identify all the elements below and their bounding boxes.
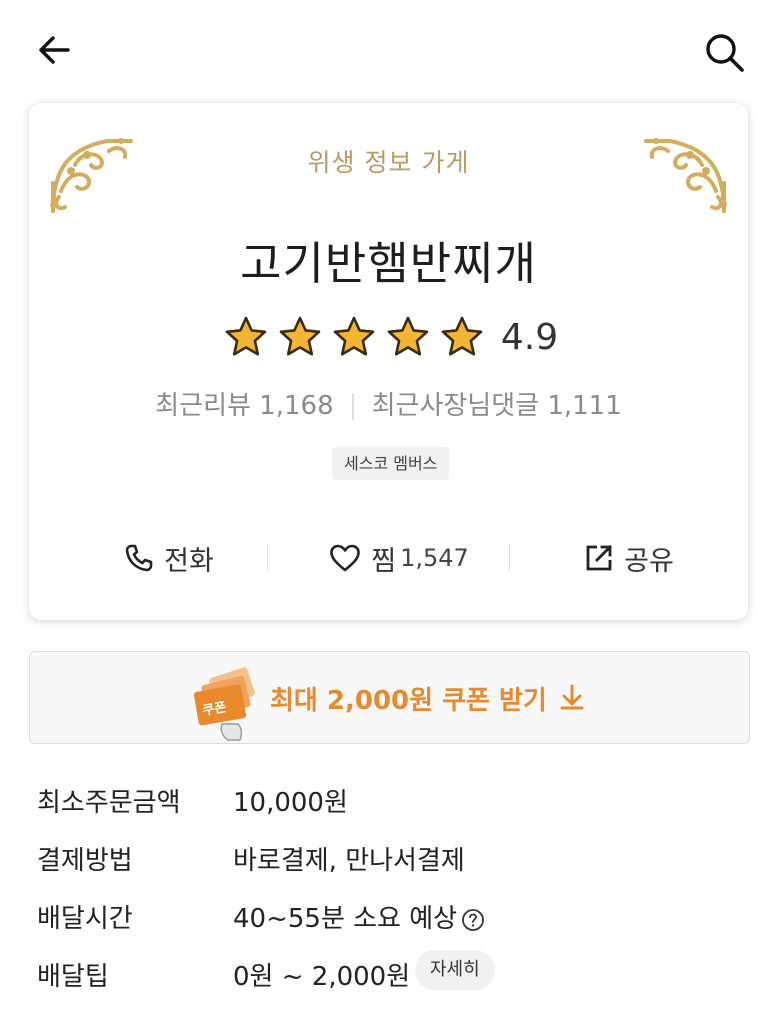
- recent-reviews-link[interactable]: 최근리뷰 1,168: [155, 391, 333, 421]
- info-value: 바로결제, 만나서결제: [233, 846, 465, 876]
- search-button[interactable]: [702, 30, 746, 74]
- info-label: 결제방법: [37, 846, 133, 876]
- action-bar: 전화 찜 1,547 공유: [29, 533, 748, 583]
- member-badge: 세스코 멤버스: [332, 447, 450, 480]
- like-button[interactable]: 찜 1,547: [299, 533, 499, 583]
- like-count: 1,547: [400, 544, 469, 572]
- like-label: 찜: [371, 545, 397, 577]
- divider: [267, 543, 268, 573]
- rating-value: 4.9: [500, 316, 559, 358]
- call-label: 전화: [164, 545, 214, 577]
- back-button[interactable]: [34, 30, 74, 70]
- info-row-payment: 결제방법 바로결제, 만나서결제: [37, 838, 737, 878]
- info-value: 10,000원: [233, 788, 348, 818]
- share-icon: [586, 545, 613, 571]
- divider: [509, 543, 510, 573]
- star-icon: [333, 316, 375, 356]
- info-label: 최소주문금액: [37, 788, 181, 818]
- call-button[interactable]: 전화: [89, 533, 249, 583]
- store-detail-page: 위생 정보 가게 고기반햄반찌개 4.9 최근리뷰 1,168 최근사장님댓글 1…: [0, 0, 773, 1025]
- help-question-icon[interactable]: [461, 908, 485, 932]
- share-button[interactable]: 공유: [559, 533, 699, 583]
- store-info-card: 위생 정보 가게 고기반햄반찌개 4.9 최근리뷰 1,168 최근사장님댓글 1…: [29, 103, 748, 620]
- review-stats: 최근리뷰 1,168 최근사장님댓글 1,111: [29, 385, 748, 422]
- info-row-delivery-tip: 배달팁 0원 ~ 2,000원 자세히: [37, 950, 737, 994]
- coupon-download-button[interactable]: 쿠폰 최대 2,000원 쿠폰 받기: [29, 651, 750, 744]
- search-icon: [706, 34, 744, 72]
- info-label: 배달시간: [37, 904, 133, 934]
- star-icon: [387, 316, 429, 356]
- recent-owner-replies-link[interactable]: 최근사장님댓글 1,111: [372, 391, 622, 421]
- phone-icon: [125, 544, 153, 572]
- star-icon: [441, 316, 483, 356]
- hygiene-label: 위생 정보 가게: [307, 148, 470, 177]
- coupon-label: 최대 2,000원 쿠폰 받기: [270, 686, 547, 716]
- divider: [351, 393, 354, 420]
- info-row-delivery-time: 배달시간 40~55분 소요 예상: [37, 896, 737, 936]
- top-bar: [0, 0, 773, 100]
- info-value: 0원 ~ 2,000원: [233, 962, 411, 992]
- star-icon: [279, 316, 321, 356]
- info-value: 40~55분 소요 예상: [233, 898, 485, 935]
- coupon-ticket-icon: 쿠폰: [193, 667, 255, 741]
- download-arrow-icon: [560, 684, 584, 710]
- store-name: 고기반햄반찌개: [240, 237, 537, 290]
- delivery-tip-detail-button[interactable]: 자세히: [415, 950, 495, 990]
- arrow-left-icon: [39, 36, 70, 64]
- info-label: 배달팁: [37, 962, 109, 992]
- rating-row: 4.9: [29, 313, 748, 361]
- star-icon: [225, 316, 267, 356]
- info-row-min-order: 최소주문금액 10,000원: [37, 780, 737, 820]
- heart-icon: [330, 544, 361, 572]
- share-label: 공유: [624, 545, 674, 577]
- delivery-time-value: 40~55분 소요 예상: [233, 904, 458, 934]
